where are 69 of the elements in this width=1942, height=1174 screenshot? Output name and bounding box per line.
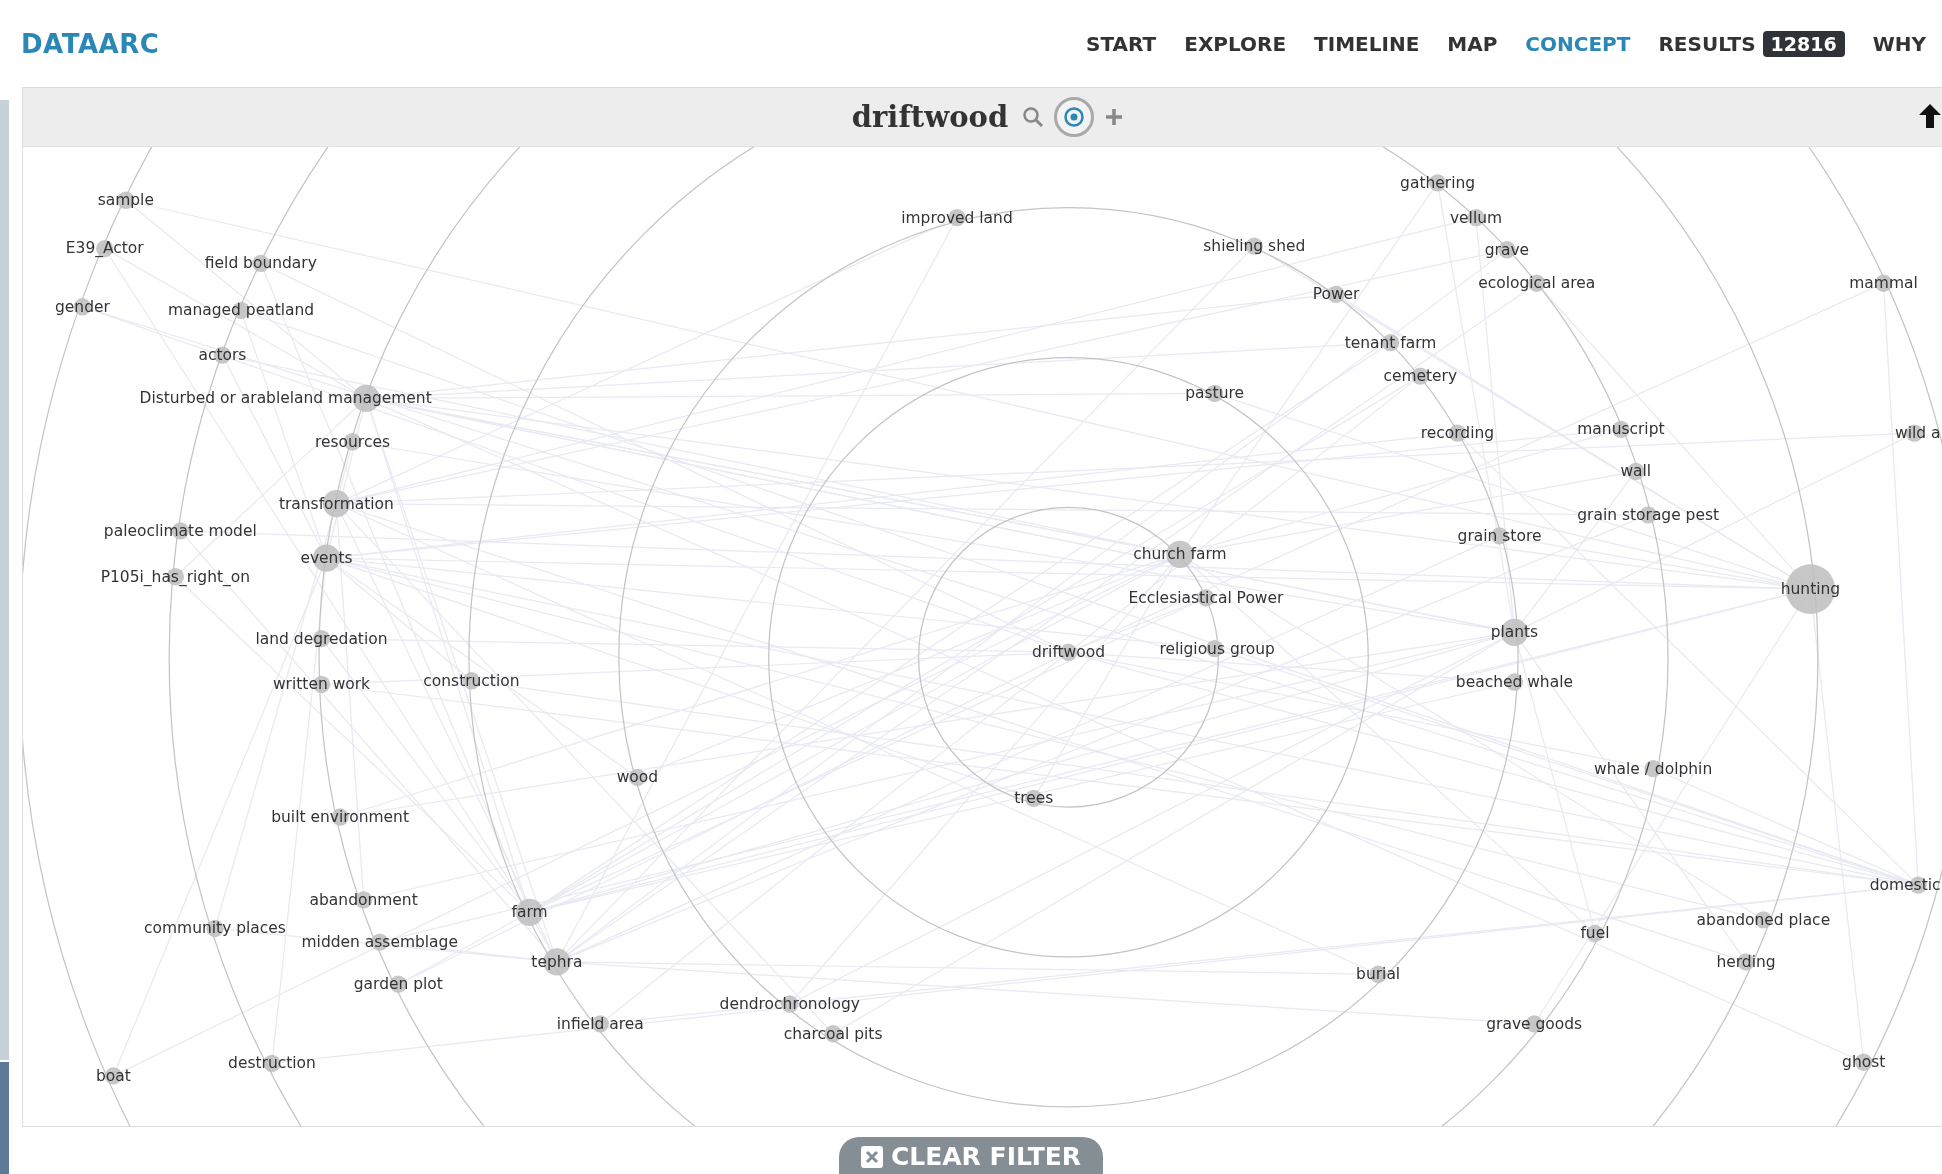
nav-link[interactable]: WHY: [1872, 31, 1926, 56]
concept-node[interactable]: beached whale: [1455, 672, 1573, 691]
concept-node[interactable]: cemetery: [1383, 367, 1458, 386]
concept-node[interactable]: construction: [423, 671, 520, 690]
concept-node[interactable]: grave: [1484, 240, 1530, 259]
concept-node[interactable]: manuscript: [1577, 420, 1665, 439]
concept-node[interactable]: improved land: [901, 208, 1013, 227]
target-icon: [1063, 106, 1086, 128]
concept-node[interactable]: abandonment: [309, 890, 418, 909]
concept-node[interactable]: wood: [616, 768, 659, 787]
concept-node[interactable]: midden assemblage: [301, 933, 458, 952]
nav-link[interactable]: TIMELINE: [1314, 31, 1420, 56]
concept-node[interactable]: grave goods: [1486, 1014, 1583, 1033]
concept-node[interactable]: land degredation: [255, 629, 388, 648]
concept-node[interactable]: actors: [198, 346, 247, 364]
concept-node[interactable]: pasture: [1185, 384, 1244, 403]
concept-node[interactable]: driftwood: [1031, 643, 1106, 662]
concept-node[interactable]: shieling shed: [1203, 237, 1306, 256]
close-icon: [860, 1145, 883, 1168]
concept-node[interactable]: written work: [272, 675, 371, 694]
concept-node[interactable]: charcoal pits: [783, 1024, 883, 1043]
concept-node[interactable]: tenant farm: [1344, 333, 1437, 352]
concept-node[interactable]: E39_Actor: [65, 239, 144, 258]
concept-node[interactable]: ecological area: [1478, 274, 1596, 293]
concept-node[interactable]: Ecclesiastical Power: [1128, 588, 1284, 607]
nav-link[interactable]: RESULTS 12816: [1658, 30, 1845, 57]
concept-node[interactable]: built environment: [271, 807, 409, 826]
nav-link[interactable]: START: [1086, 31, 1157, 56]
concept-node[interactable]: paleoclimate model: [103, 521, 257, 540]
concept-node[interactable]: Disturbed or arableland management: [139, 384, 432, 413]
concept-node[interactable]: trees: [1014, 789, 1054, 808]
concept-node[interactable]: burial: [1356, 965, 1401, 984]
concept-node[interactable]: resources: [315, 432, 390, 451]
concept-node[interactable]: abandoned place: [1696, 910, 1831, 929]
concept-node[interactable]: wild a: [1895, 424, 1941, 443]
concept-node[interactable]: religious group: [1159, 639, 1275, 658]
concept-node[interactable]: field boundary: [204, 254, 317, 273]
up-arrow-icon[interactable]: [1917, 102, 1942, 130]
concept-node[interactable]: P105i_has_right_on: [100, 567, 251, 586]
concept-node[interactable]: garden plot: [353, 975, 443, 994]
plus-icon[interactable]: [1104, 107, 1125, 127]
search-icon[interactable]: [1022, 106, 1045, 128]
concept-node[interactable]: whale / dolphin: [1594, 759, 1713, 778]
nav-link[interactable]: MAP: [1447, 31, 1498, 56]
concept-title: driftwood: [851, 100, 1009, 134]
concept-node[interactable]: vellum: [1449, 208, 1503, 227]
results-count: 12816: [1762, 30, 1845, 57]
concept-node[interactable]: gathering: [1400, 173, 1476, 192]
concept-node[interactable]: recording: [1420, 424, 1495, 443]
concept-node[interactable]: ghost: [1842, 1053, 1886, 1072]
nav-link[interactable]: EXPLORE: [1184, 31, 1287, 56]
concept-node[interactable]: community places: [144, 919, 286, 938]
concept-node[interactable]: infield area: [556, 1014, 644, 1033]
concept-node[interactable]: sample: [97, 191, 154, 210]
concept-node[interactable]: domestic: [1869, 876, 1941, 895]
concept-node[interactable]: transformation: [278, 490, 394, 518]
focus-button[interactable]: [1054, 97, 1095, 137]
concept-node[interactable]: Power: [1312, 285, 1360, 304]
concept-node[interactable]: herding: [1716, 952, 1776, 971]
concept-node[interactable]: grain storage pest: [1577, 505, 1720, 524]
nav-link[interactable]: CONCEPT: [1525, 31, 1631, 56]
concept-node[interactable]: dendrochronology: [719, 994, 860, 1013]
concept-node[interactable]: gender: [55, 297, 110, 316]
concept-node[interactable]: managed peatland: [167, 301, 315, 320]
concept-node[interactable]: grain store: [1457, 526, 1542, 545]
concept-node[interactable]: mammal: [1849, 274, 1918, 293]
concept-node[interactable]: church farm: [1133, 540, 1227, 569]
concept-node[interactable]: destruction: [228, 1054, 316, 1073]
brand-logo[interactable]: DATAARC: [21, 28, 160, 59]
